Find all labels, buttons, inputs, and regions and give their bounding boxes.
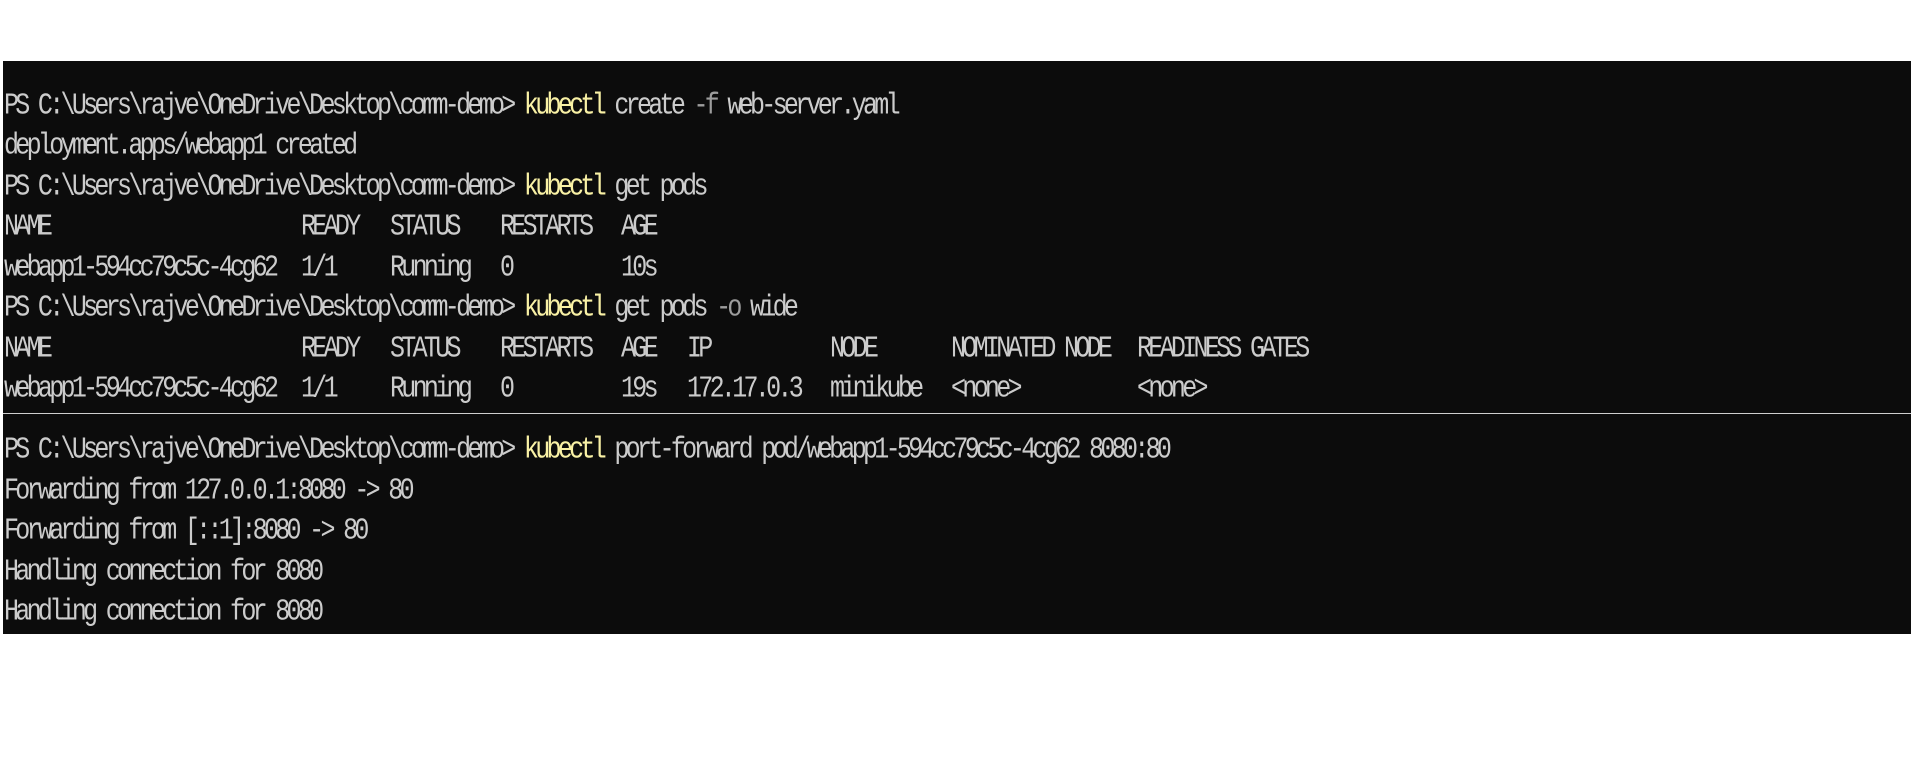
command-args: web-server.yaml	[716, 87, 900, 124]
pod-nominated-node-cell: <none>	[951, 370, 1023, 407]
page: PS C:\Users\rajve\OneDrive\Desktop\comm-…	[0, 0, 1911, 770]
command-name: kubectl	[523, 431, 607, 468]
pod-status-cell: Running	[390, 370, 473, 407]
command-args: get pods	[603, 289, 717, 326]
command-args: port-forward pod/webapp1-594cc79c5c-4cg6…	[603, 431, 1172, 468]
terminal-window[interactable]: PS C:\Users\rajve\OneDrive\Desktop\comm-…	[3, 61, 1911, 634]
prompt: PS C:\Users\rajve\OneDrive\Desktop\comm-…	[4, 168, 524, 205]
pod-name-cell: webapp1-594cc79c5c-4cg62	[4, 370, 279, 407]
prompt: PS C:\Users\rajve\OneDrive\Desktop\comm-…	[4, 431, 524, 468]
pod-age-cell: 19s	[621, 370, 659, 407]
table-row: webapp1-594cc79c5c-4cg62 1/1 Running 0 1…	[4, 363, 1904, 413]
command-name: kubectl	[523, 168, 607, 205]
command-flag: -f	[693, 87, 719, 124]
command-name: kubectl	[523, 87, 607, 124]
command-args: get pods	[603, 168, 708, 205]
pod-readiness-gates-cell: <none>	[1137, 370, 1209, 407]
divider	[3, 413, 1911, 414]
prompt: PS C:\Users\rajve\OneDrive\Desktop\comm-…	[4, 87, 524, 124]
pod-restarts-cell: 0	[500, 370, 515, 407]
command-args: create	[603, 87, 694, 124]
output-line: Handling connection for 8080	[4, 593, 324, 630]
prompt: PS C:\Users\rajve\OneDrive\Desktop\comm-…	[4, 289, 524, 326]
command-name: kubectl	[523, 289, 607, 326]
command-args: wide	[738, 289, 799, 326]
command-flag: -o	[716, 289, 742, 326]
pod-node-cell: minikube	[830, 370, 924, 407]
pod-ip-cell: 172.17.0.3	[687, 370, 804, 407]
pod-ready-cell: 1/1	[301, 370, 339, 407]
